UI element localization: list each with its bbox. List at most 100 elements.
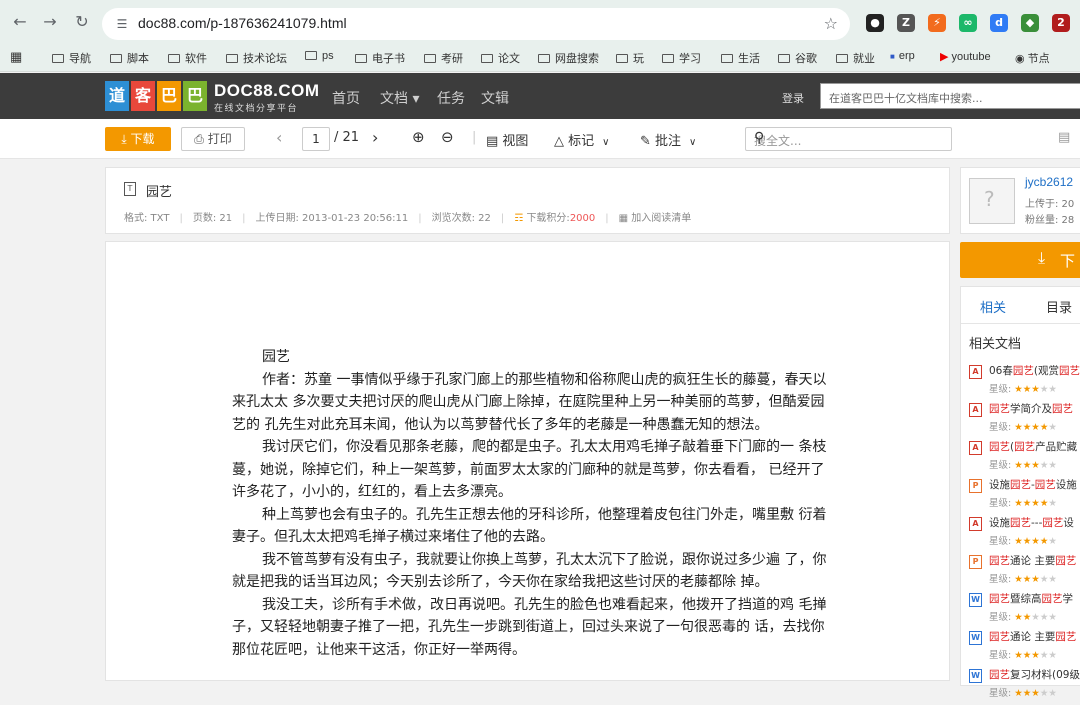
related-doc-title[interactable]: 园艺(园艺产品贮藏 (989, 439, 1077, 454)
reload-icon[interactable]: ↻ (72, 12, 92, 32)
star-rating: 星级: ★★★★★ (989, 650, 1057, 661)
tab-toc[interactable]: 目录 (1046, 297, 1072, 316)
folder-icon (481, 54, 493, 63)
address-bar[interactable]: ☰ doc88.com/p-187636241079.html ☆ (102, 8, 850, 40)
related-doc-item[interactable]: W 园艺通论 主要园艺星级: ★★★★★ (969, 629, 1080, 667)
zoom-out-icon[interactable]: ⊖ (441, 128, 454, 146)
nav-tasks[interactable]: 任务 (437, 88, 465, 108)
bookmark-folder[interactable]: 考研 (424, 50, 463, 66)
bookmark-folder[interactable]: 就业 (836, 50, 875, 66)
mark-button[interactable]: △ 标记 ∨ (554, 130, 609, 149)
nav-collections[interactable]: 文辑 (481, 88, 509, 108)
bookmark-folder[interactable]: 脚本 (110, 50, 149, 66)
star-icon: ★ (1014, 498, 1023, 509)
nav-docs[interactable]: 文档 ▾ (380, 88, 419, 108)
logo-char: 巴 (157, 81, 181, 111)
related-doc-item[interactable]: W 园艺复习材料(09级 星级: ★★★★★ (969, 667, 1080, 705)
related-doc-item[interactable]: A 园艺(园艺产品贮藏 星级: ★★★★★ (969, 439, 1080, 477)
extension-icon-5[interactable]: d (990, 14, 1008, 32)
sidebar-download-button[interactable]: ⤓ 下 (960, 242, 1080, 278)
search-icon[interactable]: ⚲ (754, 130, 945, 146)
related-doc-title[interactable]: 园艺通论 主要园艺 (989, 553, 1076, 568)
save-icon[interactable]: ▤ (1058, 130, 1070, 145)
browser-toolbar: ← → ↻ ☰ doc88.com/p-187636241079.html ☆ … (0, 0, 1080, 44)
pdf-file-icon: A (969, 403, 982, 417)
fulltext-search-input[interactable]: 搜全文... ⚲ (745, 127, 952, 151)
annotate-button[interactable]: ✎ 批注 ∨ (640, 130, 696, 149)
folder-icon (721, 54, 733, 63)
zoom-in-icon[interactable]: ⊕ (412, 128, 425, 146)
extension-icon-3[interactable]: ⚡ (928, 14, 946, 32)
related-doc-title[interactable]: 设施园艺-园艺设施 (989, 477, 1077, 492)
forward-icon[interactable]: → (40, 12, 60, 32)
ppt-file-icon: P (969, 555, 982, 569)
divider (961, 323, 1080, 324)
page-number-input[interactable]: 1 (302, 127, 330, 151)
view-icon: ▤ (486, 134, 503, 149)
bookmark-folder[interactable]: 软件 (168, 50, 207, 66)
bookmark-folder[interactable]: 电子书 (355, 50, 405, 66)
bookmark-folder[interactable]: 论文 (481, 50, 520, 66)
site-info-icon[interactable]: ☰ (114, 16, 130, 32)
bookmark-youtube[interactable]: ▶ youtube (940, 50, 991, 63)
bookmark-folder[interactable]: 导航 (52, 50, 91, 66)
uploader-name[interactable]: jycb2612 (1025, 175, 1073, 189)
prev-page-icon[interactable]: ‹ (276, 128, 282, 147)
avatar[interactable] (969, 178, 1015, 224)
related-doc-title[interactable]: 设施园艺---园艺设 (989, 515, 1074, 530)
folder-icon (52, 54, 64, 63)
next-page-icon[interactable]: › (372, 128, 378, 147)
extension-icon-7[interactable]: 2 (1052, 14, 1070, 32)
star-icon: ★ (1048, 422, 1057, 433)
related-doc-item[interactable]: A 园艺学简介及园艺 星级: ★★★★★ (969, 401, 1080, 439)
star-rating: 星级: ★★★★★ (989, 460, 1057, 471)
extension-icon-1[interactable]: ● (866, 14, 884, 32)
txt-file-icon: T (124, 182, 136, 196)
view-button[interactable]: ▤ 视图 (486, 130, 528, 149)
related-doc-item[interactable]: A 设施园艺---园艺设 星级: ★★★★★ (969, 515, 1080, 553)
folder-icon (355, 54, 367, 63)
download-button[interactable]: ⤓ 下载 (105, 127, 171, 151)
bookmark-folder[interactable]: 网盘搜索 (538, 50, 599, 66)
bookmark-folder[interactable]: ps (305, 50, 334, 62)
login-link[interactable]: 登录 (782, 90, 804, 106)
bookmark-erp[interactable]: ■ erp (890, 50, 915, 62)
extension-icon-4[interactable]: ∞ (959, 14, 977, 32)
bookmark-star-icon[interactable]: ☆ (824, 14, 838, 33)
print-button[interactable]: ⎙ 打印 (181, 127, 245, 151)
nav-home[interactable]: 首页 (332, 88, 360, 108)
extension-icon-6[interactable]: ◆ (1021, 14, 1039, 32)
site-search-input[interactable]: 在道客巴巴十亿文档库中搜索... (820, 83, 1080, 109)
related-doc-title[interactable]: 园艺暨综高园艺学 (989, 591, 1073, 606)
apps-grid-icon[interactable]: ▦ (10, 49, 22, 65)
star-icon: ★ (1014, 688, 1023, 699)
doc-file-icon: W (969, 631, 982, 645)
related-doc-item[interactable]: P 设施园艺-园艺设施 星级: ★★★★★ (969, 477, 1080, 515)
related-doc-item[interactable]: A 06春园艺(观赏园艺 星级: ★★★★★ (969, 363, 1080, 401)
related-doc-item[interactable]: W 园艺暨综高园艺学 星级: ★★★★★ (969, 591, 1080, 629)
star-icon: ★ (1031, 688, 1040, 699)
star-rating: 星级: ★★★★★ (989, 536, 1057, 547)
tab-related[interactable]: 相关 (980, 297, 1006, 316)
bookmark-folder[interactable]: 谷歌 (778, 50, 817, 66)
extension-icon-2[interactable]: Z (897, 14, 915, 32)
related-doc-title[interactable]: 06春园艺(观赏园艺 (989, 363, 1080, 378)
add-reading-list-link[interactable]: 加入阅读清单 (631, 213, 691, 224)
back-icon[interactable]: ← (10, 12, 30, 32)
star-icon: ★ (1048, 688, 1057, 699)
bookmark-folder[interactable]: 生活 (721, 50, 760, 66)
youtube-icon: ▶ (940, 51, 949, 63)
related-doc-title[interactable]: 园艺学简介及园艺 (989, 401, 1073, 416)
related-doc-title[interactable]: 园艺通论 主要园艺 (989, 629, 1076, 644)
star-icon: ★ (1031, 574, 1040, 585)
related-doc-item[interactable]: P 园艺通论 主要园艺 星级: ★★★★★ (969, 553, 1080, 591)
bookmark-nodes[interactable]: ◉ 节点 (1015, 50, 1050, 66)
star-rating: 星级: ★★★★★ (989, 498, 1057, 509)
bookmark-folder[interactable]: 技术论坛 (226, 50, 287, 66)
bookmark-folder[interactable]: 玩 (616, 50, 644, 66)
folder-icon (836, 54, 848, 63)
bookmark-folder[interactable]: 学习 (662, 50, 701, 66)
viewer-toolbar: ⤓ 下载 ⎙ 打印 ‹ 1 / 21 › ⊕ ⊖ | ▤ 视图 △ 标记 ∨ ✎ … (0, 119, 1080, 159)
url-text: doc88.com/p-187636241079.html (138, 15, 347, 31)
logo[interactable]: 道 客 巴 巴 (105, 81, 207, 111)
